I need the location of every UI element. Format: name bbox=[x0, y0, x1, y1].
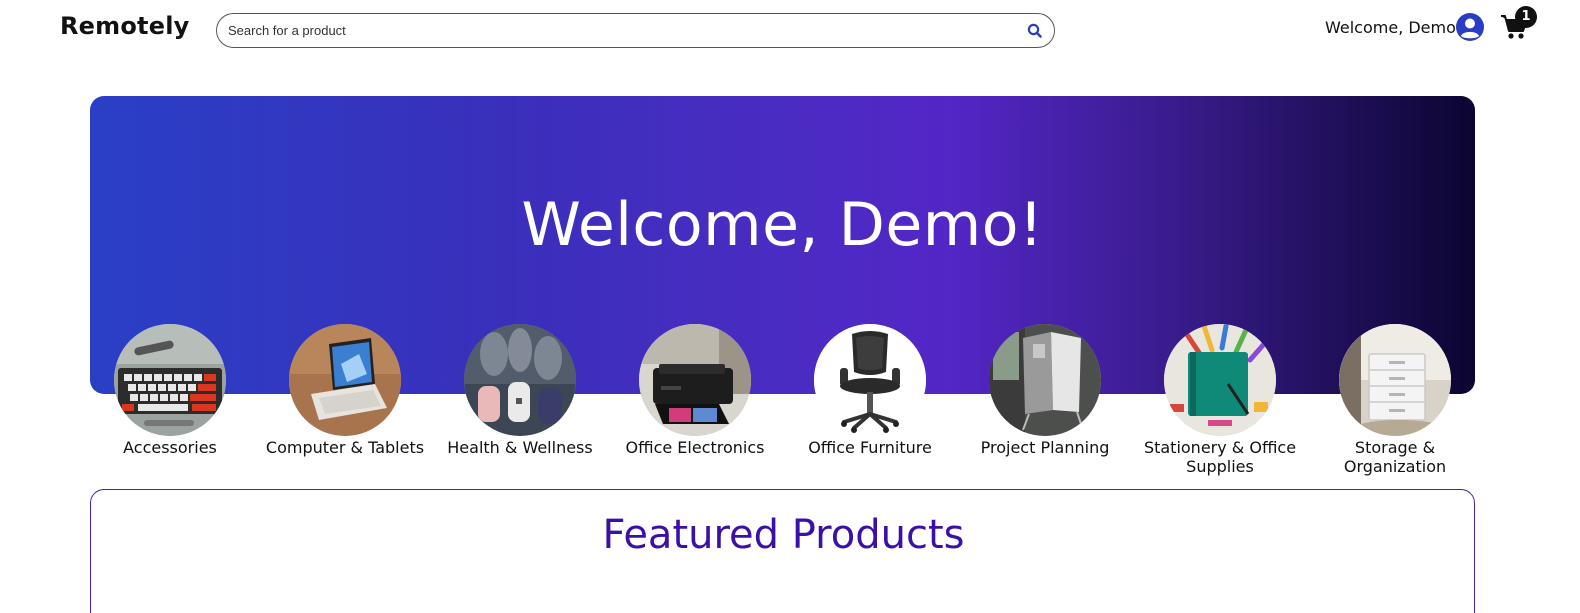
featured-products-title: Featured Products bbox=[602, 512, 965, 558]
category-list: Accessories Computer & Tablets Health & … bbox=[82, 324, 1482, 484]
category-stationery-office-supplies[interactable]: Stationery & Office Supplies bbox=[1132, 324, 1308, 484]
site-logo[interactable]: Remotely bbox=[60, 12, 189, 40]
category-label: Health & Wellness bbox=[447, 438, 593, 457]
stationery-image bbox=[1164, 324, 1276, 436]
accessories-image bbox=[114, 324, 226, 436]
health-wellness-image bbox=[464, 324, 576, 436]
category-label: Office Furniture bbox=[808, 438, 932, 457]
featured-products-section: Featured Products bbox=[90, 489, 1475, 613]
search-input[interactable] bbox=[228, 14, 1018, 47]
category-label: Storage & Organization bbox=[1343, 438, 1447, 476]
hero-welcome-title: Welcome, Demo! bbox=[521, 190, 1044, 260]
category-office-electronics[interactable]: Office Electronics bbox=[607, 324, 783, 484]
category-label: Stationery & Office Supplies bbox=[1143, 438, 1297, 476]
category-computer-tablets[interactable]: Computer & Tablets bbox=[257, 324, 433, 484]
project-planning-image bbox=[989, 324, 1101, 436]
category-project-planning[interactable]: Project Planning bbox=[957, 324, 1133, 484]
welcome-user-text: Welcome, Demo bbox=[1325, 18, 1456, 37]
top-navigation-bar: Remotely Welcome, Demo 1 bbox=[0, 0, 1580, 60]
category-label: Accessories bbox=[123, 438, 217, 457]
cart-count-badge: 1 bbox=[1515, 6, 1537, 28]
category-label: Computer & Tablets bbox=[265, 438, 425, 457]
category-storage-organization[interactable]: Storage & Organization bbox=[1307, 324, 1483, 484]
computer-tablets-image bbox=[289, 324, 401, 436]
category-health-wellness[interactable]: Health & Wellness bbox=[432, 324, 608, 484]
search-bar bbox=[216, 13, 1055, 48]
office-electronics-image bbox=[639, 324, 751, 436]
storage-organization-image bbox=[1339, 324, 1451, 436]
category-label: Project Planning bbox=[980, 438, 1110, 457]
category-office-furniture[interactable]: Office Furniture bbox=[782, 324, 958, 484]
category-accessories[interactable]: Accessories bbox=[82, 324, 258, 484]
search-icon[interactable] bbox=[1026, 22, 1044, 40]
category-label: Office Electronics bbox=[625, 438, 765, 457]
user-circle-icon[interactable] bbox=[1455, 12, 1485, 42]
office-furniture-image bbox=[814, 324, 926, 436]
